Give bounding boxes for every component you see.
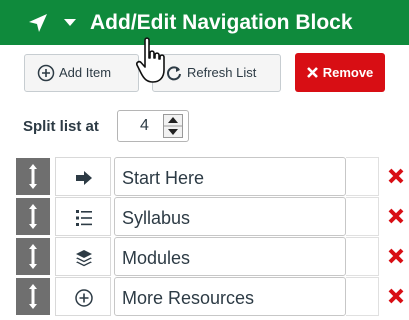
- drag-handle-icon: [29, 164, 37, 189]
- refresh-list-button[interactable]: Refresh List: [152, 54, 281, 92]
- item-label-input[interactable]: Modules: [114, 237, 346, 276]
- close-icon: [306, 67, 318, 78]
- drag-handle[interactable]: [16, 158, 50, 195]
- drag-handle-icon: [29, 244, 37, 269]
- delete-item-button[interactable]: [379, 277, 409, 316]
- nav-item-row: More Resources: [0, 277, 409, 316]
- item-label-input[interactable]: Start Here: [114, 157, 346, 196]
- hand-pointer-cursor-icon: [136, 37, 165, 83]
- split-list-value: 4: [140, 117, 149, 134]
- delete-item-button[interactable]: [379, 197, 409, 236]
- close-icon: [388, 248, 404, 264]
- panel-title: Add/Edit Navigation Block: [90, 11, 353, 34]
- row-spacer: [346, 277, 379, 316]
- delete-item-button[interactable]: [379, 237, 409, 276]
- row-spacer: [346, 197, 379, 236]
- plus-circle-icon: [75, 289, 93, 307]
- item-label-text: Modules: [122, 248, 191, 268]
- close-icon: [388, 288, 404, 304]
- remove-label: Remove: [322, 64, 374, 80]
- row-spacer: [346, 157, 379, 196]
- list-icon: [76, 210, 92, 226]
- close-icon: [388, 168, 404, 184]
- plus-circle-icon: [37, 64, 55, 82]
- item-icon-picker[interactable]: [55, 237, 111, 276]
- spinner-arrows-icon[interactable]: [163, 114, 183, 138]
- panel-header[interactable]: Add/Edit Navigation Block: [0, 0, 409, 45]
- refresh-list-label: Refresh List: [187, 65, 257, 80]
- drag-handle[interactable]: [16, 238, 50, 275]
- nav-item-row: Start Here: [0, 157, 409, 196]
- close-icon: [388, 208, 404, 224]
- item-icon-picker[interactable]: [55, 157, 111, 196]
- split-list-label: Split list at: [23, 118, 99, 135]
- add-item-label: Add Item: [59, 65, 112, 80]
- location-arrow-icon: [29, 14, 47, 32]
- row-spacer: [346, 237, 379, 276]
- nav-item-row: Modules: [0, 237, 409, 276]
- item-label-text: Syllabus: [122, 208, 191, 228]
- nav-item-row: Syllabus: [0, 197, 409, 236]
- add-item-button[interactable]: Add Item: [24, 54, 139, 92]
- item-label-input[interactable]: Syllabus: [114, 197, 346, 236]
- item-label-input[interactable]: More Resources: [114, 277, 346, 316]
- drag-handle-icon: [29, 204, 37, 229]
- drag-handle[interactable]: [16, 278, 50, 315]
- remove-button[interactable]: Remove: [295, 53, 385, 92]
- item-icon-picker[interactable]: [55, 197, 111, 236]
- item-label-text: More Resources: [122, 288, 255, 308]
- layers-icon: [76, 250, 92, 267]
- delete-item-button[interactable]: [379, 157, 409, 196]
- drag-handle[interactable]: [16, 198, 50, 235]
- caret-down-icon[interactable]: [64, 19, 76, 27]
- item-icon-picker[interactable]: [55, 277, 111, 316]
- arrow-right-icon: [76, 171, 92, 185]
- drag-handle-icon: [29, 284, 37, 309]
- item-label-text: Start Here: [122, 168, 205, 188]
